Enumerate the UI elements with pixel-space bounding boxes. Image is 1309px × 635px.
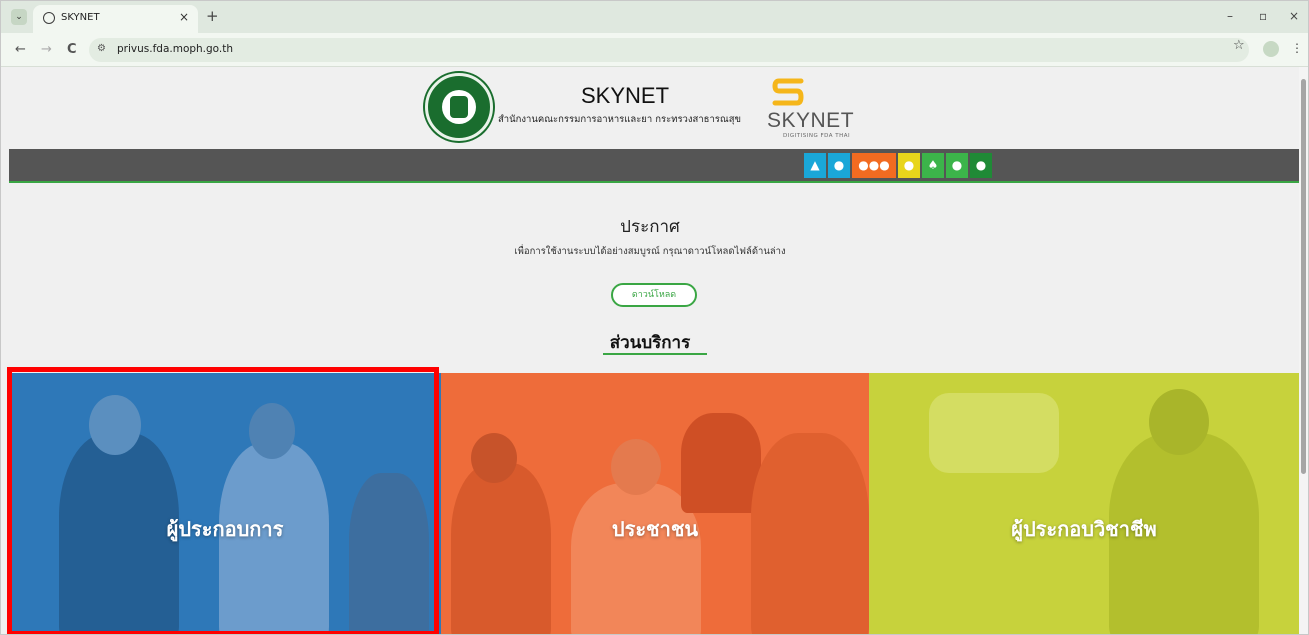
site-title: SKYNET	[581, 83, 670, 108]
group-icon[interactable]: ●●●	[852, 153, 896, 178]
page-viewport: SKYNET สำนักงานคณะกรรมการอาหารและยา กระท…	[1, 67, 1299, 634]
browser-toolbar: ← → C ⚙ privus.fda.moph.go.th ☆ ⋮	[1, 33, 1308, 67]
site-info-icon[interactable]: ⚙	[97, 43, 106, 54]
service-tile-professional[interactable]: ผู้ประกอบวิชาชีพ	[869, 373, 1299, 634]
tab-strip: ⌄ SKYNET × + – ▫ ×	[1, 1, 1308, 33]
minimize-icon[interactable]: –	[1227, 9, 1233, 23]
moph-seal-logo	[425, 73, 493, 141]
services-title: ส่วนบริการ	[609, 333, 691, 353]
user-yellow-icon[interactable]: ●	[898, 153, 920, 178]
restore-icon[interactable]: ▫	[1259, 9, 1267, 23]
globe-icon	[43, 12, 55, 24]
tab-search-icon[interactable]: ⌄	[11, 9, 27, 25]
person-icon[interactable]: ●	[828, 153, 850, 178]
nav-band: ▲ ● ●●● ● ♠ ● ●	[9, 149, 1299, 183]
tab-title: SKYNET	[61, 12, 100, 23]
browser-window: ⌄ SKYNET × + – ▫ × ← → C ⚙ privus.fda.mo…	[0, 0, 1309, 635]
service-tile-public[interactable]: ประชาชน	[441, 373, 869, 634]
download-button[interactable]: ดาวน์โหลด	[611, 283, 697, 307]
browser-tab[interactable]: SKYNET ×	[33, 5, 198, 33]
site-header: SKYNET สำนักงานคณะกรรมการอาหารและยา กระท…	[1, 67, 1299, 149]
scrollbar-thumb[interactable]	[1301, 79, 1306, 474]
page-scrollbar[interactable]	[1299, 67, 1308, 634]
menu-kebab-icon[interactable]: ⋮	[1291, 41, 1303, 55]
close-window-icon[interactable]: ×	[1289, 9, 1299, 23]
announcement-text: เพื่อการใช้งานระบบได้อย่างสมบูรณ์ กรุณาด…	[514, 246, 786, 257]
tile-label-public: ประชาชน	[611, 517, 699, 541]
bookmark-star-icon[interactable]: ☆	[1233, 38, 1245, 53]
tab-close-icon[interactable]: ×	[179, 10, 189, 24]
url-text[interactable]: privus.fda.moph.go.th	[117, 43, 233, 55]
home-icon[interactable]: ▲	[804, 153, 826, 178]
forward-icon[interactable]: →	[41, 42, 52, 57]
tile-label-professional: ผู้ประกอบวิชาชีพ	[1011, 517, 1157, 541]
site-subtitle: สำนักงานคณะกรรมการอาหารและยา กระทรวงสาธา…	[498, 114, 742, 125]
reload-icon[interactable]: C	[67, 42, 77, 57]
profile-avatar-icon[interactable]	[1263, 41, 1279, 57]
skynet-logo-tagline: DIGITISING FDA THAI	[783, 133, 851, 139]
services-underline	[603, 353, 707, 355]
user-darkgreen-icon[interactable]: ●	[970, 153, 992, 178]
announcement-title: ประกาศ	[620, 217, 680, 237]
address-bar[interactable]: ⚙ privus.fda.moph.go.th	[89, 38, 1249, 62]
user-green-icon[interactable]: ●	[946, 153, 968, 178]
tree-icon[interactable]: ♠	[922, 153, 944, 178]
back-icon[interactable]: ←	[15, 42, 26, 57]
skynet-s-logo-icon	[772, 78, 804, 106]
new-tab-icon[interactable]: +	[206, 7, 219, 25]
highlight-annotation-box	[7, 367, 439, 634]
skynet-logo-text: SKYNET	[767, 109, 855, 132]
